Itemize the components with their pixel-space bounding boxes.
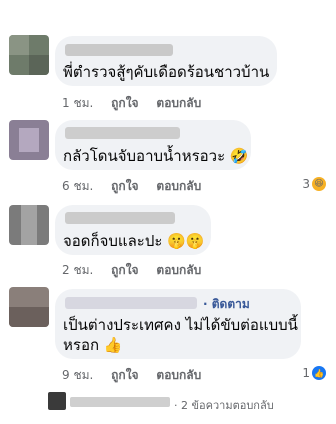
blurred-name (65, 297, 197, 309)
comment-bubble: กลัวโดนจับอาบน้ำหรอวะ 🤣 (55, 120, 251, 170)
haha-emoji-icon: 😆 (312, 177, 326, 191)
reaction-summary[interactable]: 1 👍 (302, 366, 326, 380)
blurred-reply-names (70, 397, 170, 407)
reply-button[interactable]: ตอบกลับ (156, 368, 201, 382)
reply-button[interactable]: ตอบกลับ (156, 263, 201, 277)
comment-text: กลัวโดนจับอาบน้ำหรอวะ 🤣 (63, 147, 249, 165)
comment-bubble: · ติดตาม เป็นต่างประเทศคง ไม่ได้ขับต่อแบ… (55, 289, 301, 359)
like-icon: 👍 (312, 366, 326, 380)
timestamp[interactable]: 1 ชม. (62, 96, 93, 110)
comment-bubble: พี่ตำรวจสู้ๆคับเดือดร้อนชาวบ้าน (55, 36, 277, 86)
reply-avatar (48, 392, 66, 410)
like-button[interactable]: ถูกใจ (111, 96, 138, 110)
comment-text: พี่ตำรวจสู้ๆคับเดือดร้อนชาวบ้าน (63, 63, 270, 81)
comment-actions: 9 ชม. ถูกใจ ตอบกลับ (62, 366, 215, 385)
blurred-name (65, 127, 180, 139)
avatar[interactable] (9, 287, 49, 327)
comment-text: จอดก็จบและปะ 🤫🤫 (63, 232, 205, 250)
avatar[interactable] (9, 120, 49, 160)
comment-bubble: จอดก็จบและปะ 🤫🤫 (55, 205, 211, 255)
timestamp[interactable]: 9 ชม. (62, 368, 93, 382)
comment-actions: 2 ชม. ถูกใจ ตอบกลับ (62, 261, 215, 280)
avatar[interactable] (9, 35, 49, 75)
view-replies-link[interactable]: · 2 ข้อความตอบกลับ (174, 396, 274, 414)
follow-link[interactable]: · ติดตาม (203, 295, 250, 314)
avatar[interactable] (9, 205, 49, 245)
like-button[interactable]: ถูกใจ (111, 368, 138, 382)
timestamp[interactable]: 6 ชม. (62, 179, 93, 193)
comment-actions: 1 ชม. ถูกใจ ตอบกลับ (62, 94, 215, 113)
comment-actions: 6 ชม. ถูกใจ ตอบกลับ (62, 177, 215, 196)
blurred-name (65, 212, 175, 224)
reaction-count: 1 (302, 366, 310, 380)
reaction-summary[interactable]: 3 😆 (302, 177, 326, 191)
reply-button[interactable]: ตอบกลับ (156, 96, 201, 110)
comment-text-line-2: หรอก 👍 (63, 336, 123, 354)
reply-button[interactable]: ตอบกลับ (156, 179, 201, 193)
comment-text-line-1: เป็นต่างประเทศคง ไม่ได้ขับต่อแบบนี้ (63, 316, 298, 334)
reaction-count: 3 (302, 177, 310, 191)
like-button[interactable]: ถูกใจ (111, 179, 138, 193)
timestamp[interactable]: 2 ชม. (62, 263, 93, 277)
like-button[interactable]: ถูกใจ (111, 263, 138, 277)
blurred-name (65, 44, 173, 56)
